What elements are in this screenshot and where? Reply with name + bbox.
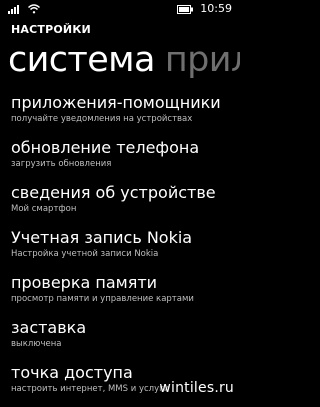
settings-item-title: Учетная запись Nokia [11, 228, 193, 247]
signal-icon [8, 4, 22, 14]
settings-item-device-info[interactable]: сведения об устройстве Мой смартфон [11, 182, 240, 223]
wifi-icon [28, 4, 40, 14]
settings-item-nokia-account[interactable]: Учетная запись Nokia Настройка учетной з… [11, 227, 240, 268]
settings-item-app-helpers[interactable]: приложения-помощники получайте уведомлен… [11, 92, 240, 133]
settings-item-subtitle: просмотр памяти и управление картами [11, 294, 194, 304]
settings-item-screensaver[interactable]: заставка выключена [11, 317, 240, 358]
settings-item-subtitle: получайте уведомления на устройствах [11, 114, 193, 124]
settings-item-subtitle: загрузить обновления [11, 159, 112, 169]
battery-icon [177, 4, 194, 14]
settings-item-phone-update[interactable]: обновление телефона загрузить обновления [11, 137, 240, 178]
settings-item-title: заставка [11, 318, 87, 337]
status-bar: 10:59 [0, 0, 240, 18]
settings-item-subtitle: Настройка учетной записи Nokia [11, 249, 159, 259]
settings-item-title: сведения об устройстве [11, 183, 216, 202]
app-title: НАСТРОЙКИ [11, 23, 91, 36]
pivot-header: системаприлож [8, 38, 240, 84]
settings-item-subtitle: выключена [11, 339, 62, 349]
settings-item-subtitle: Мой смартфон [11, 204, 77, 214]
pivot-tab-applications[interactable]: прилож [165, 38, 240, 82]
settings-item-title: обновление телефона [11, 138, 200, 157]
status-time: 10:59 [200, 2, 232, 15]
settings-item-title: проверка памяти [11, 273, 158, 292]
pivot-tab-system[interactable]: система [8, 38, 155, 82]
settings-list: приложения-помощники получайте уведомлен… [11, 92, 240, 407]
watermark: wintiles.ru [159, 380, 234, 396]
settings-item-storage-check[interactable]: проверка памяти просмотр памяти и управл… [11, 272, 240, 313]
settings-item-title: приложения-помощники [11, 93, 221, 112]
